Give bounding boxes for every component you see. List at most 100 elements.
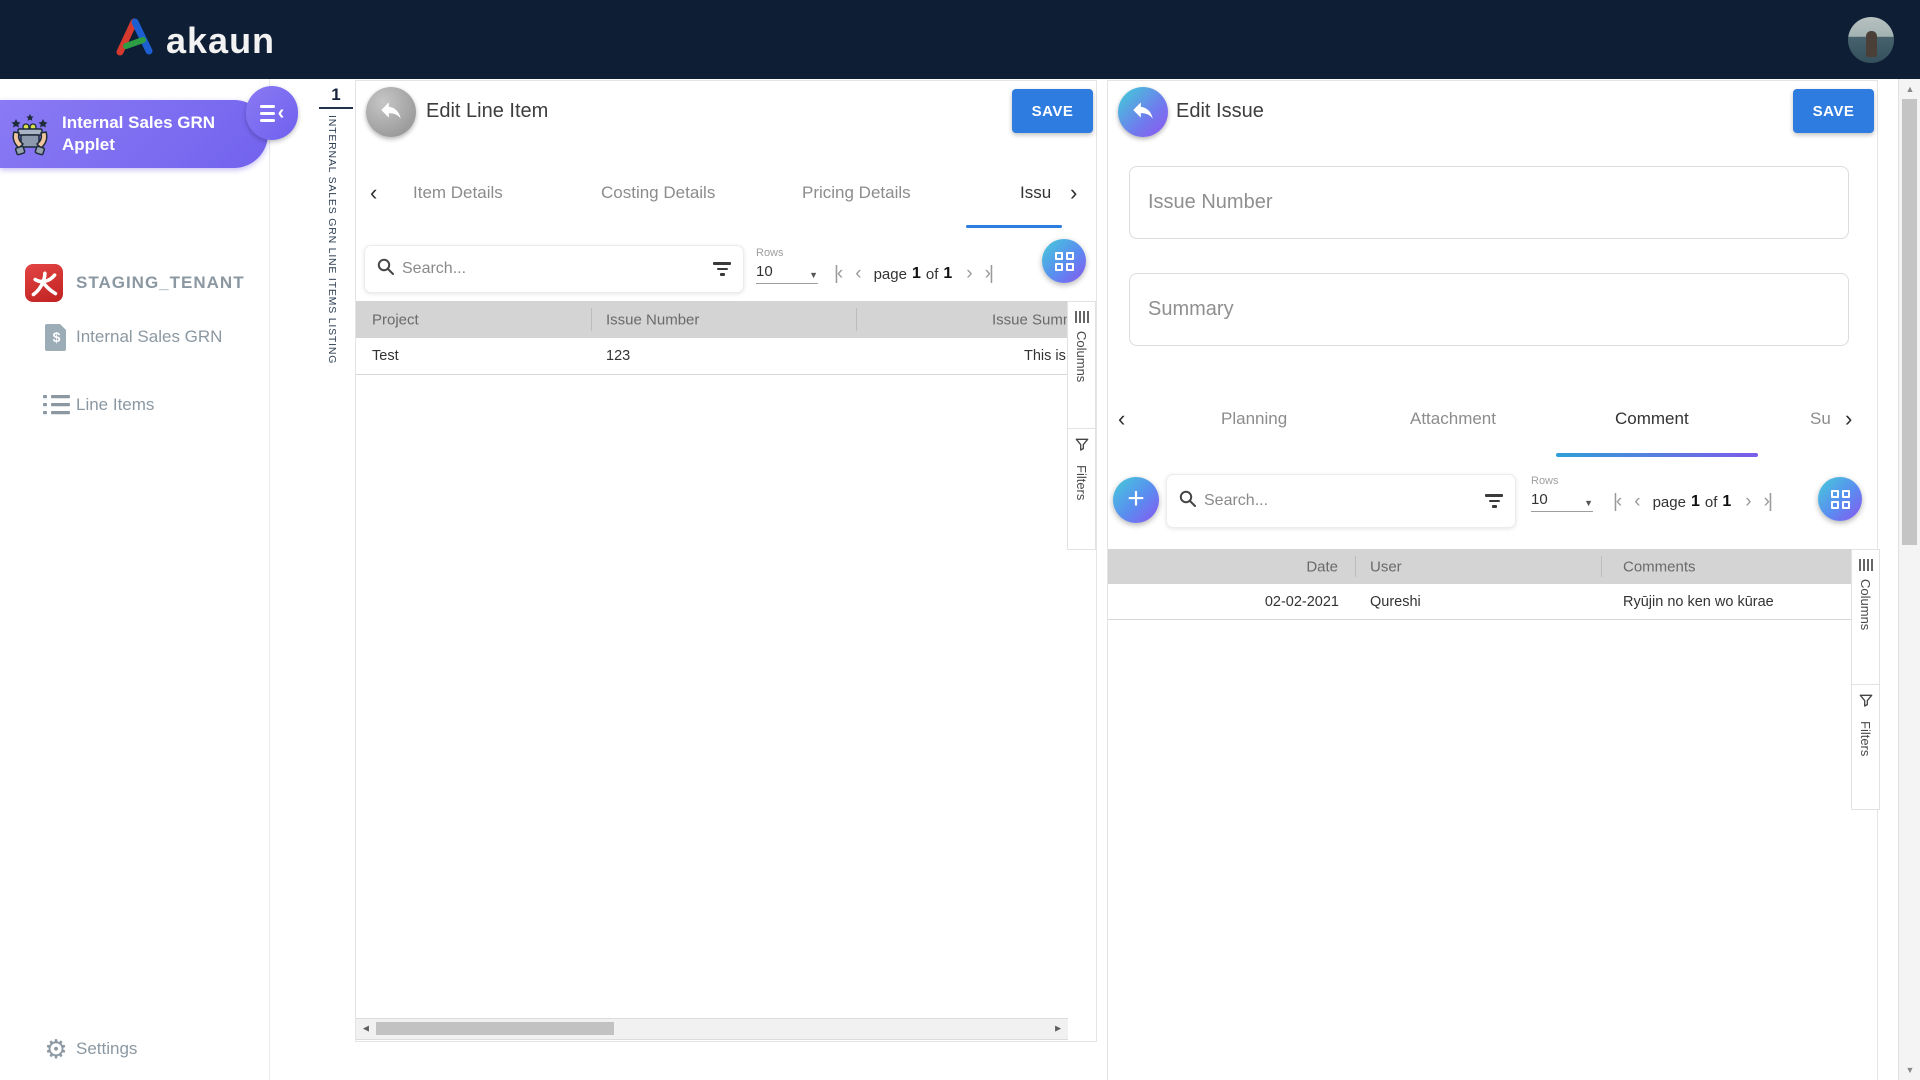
next-page-icon[interactable]: › (966, 263, 970, 285)
prev-page-icon[interactable]: ‹ (855, 263, 859, 285)
edit-issue-panel: Edit Issue SAVE Issue Number Summary ‹ P… (1107, 80, 1878, 1080)
tab-pricing-details[interactable]: Pricing Details (802, 183, 911, 203)
tabs-scroll-left-icon[interactable]: ‹ (1118, 406, 1125, 432)
page-vertical-scrollbar[interactable]: ▲ ▼ (1898, 79, 1920, 1080)
columns-side-tab[interactable]: Columns (1851, 549, 1880, 685)
edit-line-item-panel: Edit Line Item SAVE ‹ Item Details Costi… (355, 80, 1097, 1042)
sidebar-item-staging-tenant[interactable]: STAGING_TENANT (0, 263, 270, 303)
tab-item-details[interactable]: Item Details (413, 183, 503, 203)
tab-attachment[interactable]: Attachment (1410, 409, 1496, 429)
last-page-icon[interactable]: ›| (985, 263, 992, 285)
page-word: page (1653, 494, 1686, 511)
gear-icon: ⚙ (36, 1036, 76, 1062)
table-row[interactable]: 02-02-2021 Qureshi Ryūjin no ken wo kūra… (1108, 584, 1853, 620)
rows-per-page-select[interactable]: Rows 10 ▼ (756, 247, 818, 284)
scrollbar-thumb[interactable] (376, 1022, 614, 1035)
prev-page-icon[interactable]: ‹ (1634, 491, 1638, 513)
sidebar-item-internal-sales-grn[interactable]: $ Internal Sales GRN (0, 317, 270, 357)
app-root: akaun I (0, 0, 1920, 1080)
columns-icon (1075, 311, 1089, 323)
current-page: 1 (912, 265, 921, 283)
tabs-scroll-right-icon[interactable]: › (1070, 180, 1077, 206)
tabs-scroll-left-icon[interactable]: ‹ (370, 180, 377, 206)
panel-title: Edit Line Item (426, 100, 548, 123)
user-avatar[interactable] (1848, 17, 1894, 63)
horizontal-scrollbar[interactable]: ◄ ► (356, 1018, 1068, 1040)
tabs-scroll-right-icon[interactable]: › (1845, 406, 1852, 432)
add-comment-button[interactable]: + (1113, 477, 1159, 523)
rows-value: 10 (1531, 491, 1548, 508)
back-button[interactable] (366, 87, 416, 137)
cell-issue-summary: This is (1024, 348, 1066, 364)
of-word: of (1705, 494, 1718, 511)
layout-grid-button[interactable] (1818, 477, 1862, 521)
last-page-icon[interactable]: ›| (1764, 491, 1771, 513)
summary-field[interactable]: Summary (1129, 273, 1849, 346)
sidebar-item-label: STAGING_TENANT (76, 273, 245, 293)
akaun-triangle-icon (112, 16, 156, 65)
of-word: of (926, 266, 939, 283)
topbar: akaun (0, 0, 1920, 79)
columns-icon (1859, 559, 1873, 571)
first-page-icon[interactable]: |‹ (834, 263, 841, 285)
rows-label: Rows (1531, 475, 1593, 487)
column-header-date[interactable]: Date (1306, 558, 1338, 575)
cell-issue-number: 123 (606, 348, 630, 364)
tab-issue[interactable]: Issu (1020, 183, 1068, 203)
back-arrow-icon (1130, 97, 1156, 128)
layout-grid-button[interactable] (1042, 239, 1086, 283)
sidebar-item-label: Settings (76, 1039, 137, 1059)
column-header-user[interactable]: User (1370, 558, 1402, 575)
listing-tab-label: INTERNAL SALES GRN LINE ITEMS LISTING (326, 115, 338, 364)
column-header-issue-summary[interactable]: Issue Summ (992, 311, 1075, 328)
rows-value: 10 (756, 263, 773, 280)
filter-icon[interactable] (713, 262, 731, 276)
issue-number-field[interactable]: Issue Number (1129, 166, 1849, 239)
table-header: Date User Comments (1108, 549, 1853, 584)
cell-comments: Ryūjin no ken wo kūrae (1623, 594, 1774, 610)
column-header-comments[interactable]: Comments (1623, 558, 1696, 575)
tab-subtask[interactable]: Su (1810, 409, 1834, 429)
search-input[interactable] (1204, 492, 1485, 510)
scroll-left-icon[interactable]: ◄ (361, 1024, 371, 1035)
grid-icon (1831, 490, 1850, 509)
scrollbar-thumb[interactable] (1902, 99, 1917, 545)
total-pages: 1 (1722, 493, 1731, 511)
dropdown-arrow-icon: ▼ (809, 270, 818, 280)
search-box (364, 245, 744, 293)
search-input[interactable] (402, 260, 713, 278)
listing-tab-number[interactable]: 1 (318, 85, 354, 105)
pagination: |‹ ‹ page 1 of 1 › ›| (834, 263, 992, 285)
tab-costing-details[interactable]: Costing Details (601, 183, 715, 203)
sidebar-collapse-button[interactable]: ‹ (246, 86, 298, 140)
sidebar-item-label: Internal Sales GRN (76, 327, 222, 347)
applet-title: Internal Sales GRN Applet (62, 112, 222, 156)
applet-header: Internal Sales GRN Applet (0, 100, 268, 168)
cell-date: 02-02-2021 (1265, 594, 1339, 610)
scroll-right-icon[interactable]: ► (1053, 1024, 1063, 1035)
filter-icon[interactable] (1485, 494, 1503, 508)
scroll-down-icon[interactable]: ▼ (1899, 1065, 1920, 1075)
plus-icon: + (1127, 484, 1145, 514)
scroll-up-icon[interactable]: ▲ (1899, 84, 1920, 94)
rows-label: Rows (756, 247, 818, 259)
tab-planning[interactable]: Planning (1221, 409, 1287, 429)
first-page-icon[interactable]: |‹ (1613, 491, 1620, 513)
cell-project: Test (372, 348, 399, 364)
filters-side-tab[interactable]: Filters (1851, 684, 1880, 810)
column-header-project[interactable]: Project (372, 311, 419, 328)
back-button[interactable] (1118, 87, 1168, 137)
filters-side-tab[interactable]: Filters (1067, 428, 1096, 550)
rows-per-page-select[interactable]: Rows 10 ▼ (1531, 475, 1593, 512)
sidebar-item-settings[interactable]: ⚙ Settings (0, 1029, 270, 1069)
table-row[interactable]: Test 123 This is (356, 338, 1068, 375)
tab-comment[interactable]: Comment (1615, 409, 1689, 429)
columns-side-tab[interactable]: Columns (1067, 301, 1096, 429)
column-header-issue-number[interactable]: Issue Number (606, 311, 699, 328)
save-button[interactable]: SAVE (1012, 89, 1093, 133)
back-arrow-icon (378, 97, 404, 128)
sidebar-item-line-items[interactable]: Line Items (0, 385, 270, 425)
save-button[interactable]: SAVE (1793, 89, 1874, 133)
next-page-icon[interactable]: › (1745, 491, 1749, 513)
active-tab-underline (1556, 453, 1758, 457)
